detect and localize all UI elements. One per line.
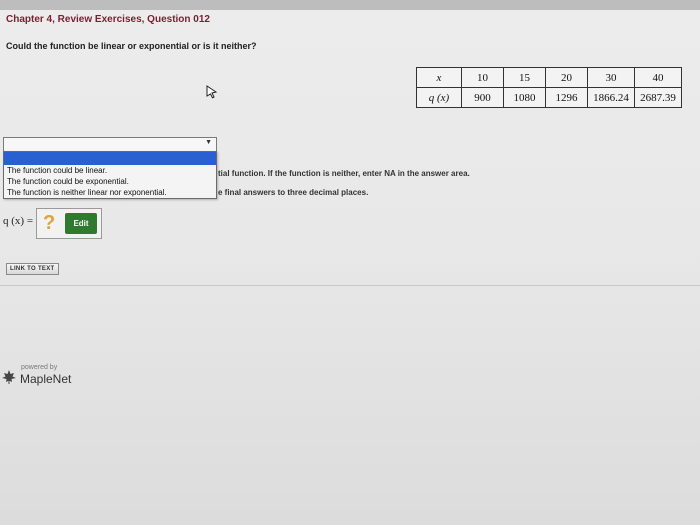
question-mark-icon: ? — [43, 212, 56, 234]
q-header: q (x) — [416, 87, 462, 108]
instruction-line-2: e final answers to three decimal places. — [218, 188, 369, 197]
q-cell: 1296 — [545, 87, 588, 108]
maple-leaf-icon — [2, 370, 16, 384]
answer-input[interactable]: ? Edit — [36, 208, 102, 239]
mouse-cursor-icon — [206, 85, 218, 99]
dropdown-option-linear[interactable]: The function could be linear. — [4, 165, 216, 176]
powered-by-text: powered by — [21, 364, 58, 371]
edit-button[interactable]: Edit — [65, 213, 97, 234]
x-cell: 20 — [545, 67, 588, 88]
dropdown-option-exponential[interactable]: The function could be exponential. — [4, 176, 216, 187]
table-row-q: q (x) 900 1080 1296 1866.24 2687.39 — [416, 87, 682, 108]
dropdown-option-neither[interactable]: The function is neither linear nor expon… — [4, 187, 216, 198]
values-table: x 10 15 20 30 40 q (x) 900 1080 1296 186… — [416, 67, 682, 108]
question-text: Could the function be linear or exponent… — [6, 41, 257, 51]
function-type-dropdown: The function could be linear. The functi… — [3, 151, 217, 199]
table-row-x: x 10 15 20 30 40 — [416, 67, 682, 88]
q-cell: 1866.24 — [587, 87, 635, 108]
x-cell: 30 — [587, 67, 635, 88]
q-cell: 900 — [461, 87, 504, 108]
answer-label: q (x) = — [3, 215, 34, 227]
q-cell: 2687.39 — [634, 87, 682, 108]
x-cell: 15 — [503, 67, 546, 88]
dropdown-option-blank[interactable] — [4, 152, 216, 165]
x-header: x — [416, 67, 462, 88]
link-to-text-button[interactable]: LINK TO TEXT — [6, 263, 59, 275]
maplenet-logo-text: MapleNet — [20, 372, 72, 386]
browser-top-bar — [0, 0, 700, 10]
x-cell: 10 — [461, 67, 504, 88]
q-cell: 1080 — [503, 87, 546, 108]
divider — [0, 285, 700, 286]
instruction-line-1: tial function. If the function is neithe… — [218, 169, 470, 178]
x-cell: 40 — [634, 67, 682, 88]
chevron-down-icon[interactable]: ▼ — [205, 139, 212, 146]
page-title: Chapter 4, Review Exercises, Question 01… — [6, 14, 210, 25]
